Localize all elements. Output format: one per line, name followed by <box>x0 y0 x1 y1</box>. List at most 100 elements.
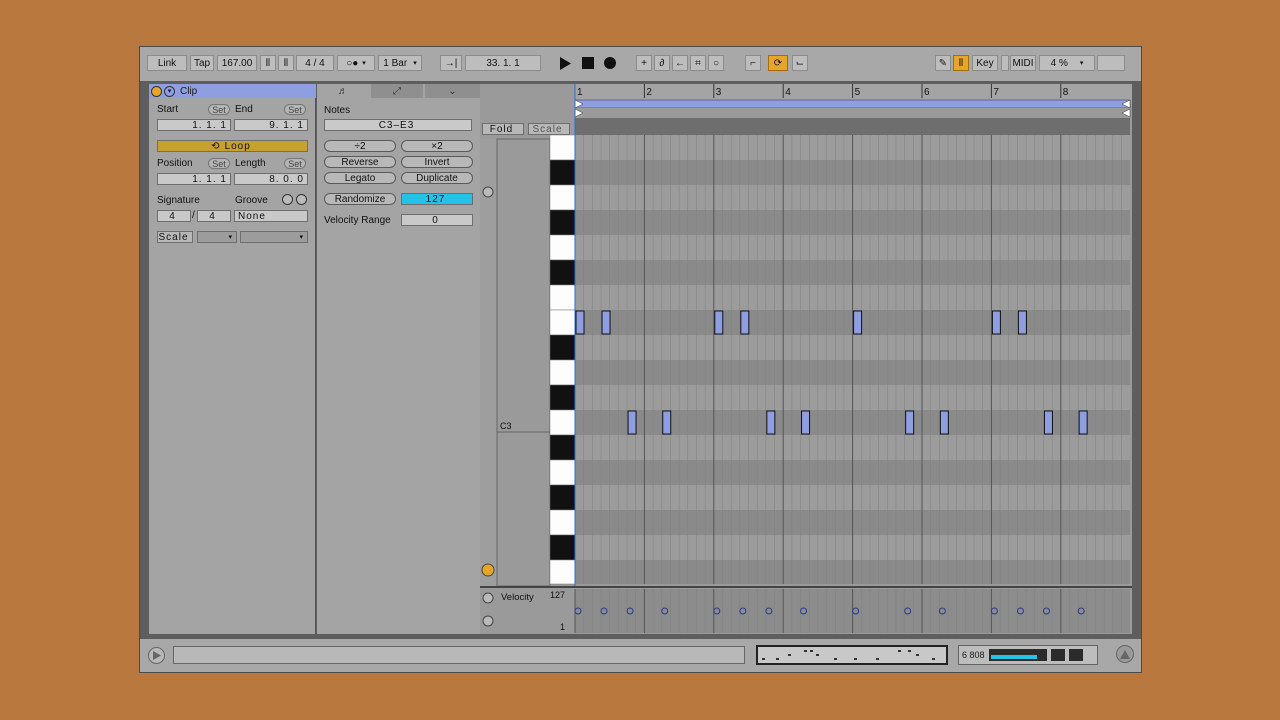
piano-key-white[interactable] <box>549 459 576 486</box>
scale-highlight-button[interactable]: Scale <box>528 123 570 135</box>
keyboard-icon[interactable]: ⦀ <box>953 55 969 71</box>
midi-note[interactable] <box>939 410 949 435</box>
velocity-play-icon[interactable] <box>482 615 494 627</box>
midi-note[interactable] <box>1017 310 1027 335</box>
draw-mode-icon[interactable]: ✎ <box>935 55 951 71</box>
piano-key-black[interactable] <box>549 434 576 461</box>
preview-icon[interactable] <box>482 186 494 198</box>
nudge-up-icon[interactable]: ⦀ <box>278 55 294 71</box>
stop-icon[interactable] <box>581 55 595 71</box>
back-to-arrangement-icon[interactable]: ← <box>672 55 688 71</box>
signature-numerator[interactable]: 4 <box>157 210 191 222</box>
halve-button[interactable]: ÷2 <box>324 140 396 152</box>
tempo-field[interactable]: 167.00 <box>217 55 257 71</box>
tab-expression[interactable]: ⌄ <box>425 84 480 98</box>
note-editor-canvas[interactable]: 1 2 3 4 5 6 7 8 C3 Velocity 127 1 <box>480 84 1132 634</box>
duplicate-button[interactable]: Duplicate <box>401 172 473 184</box>
time-signature-field[interactable]: 4 / 4 <box>296 55 334 71</box>
overview-strip[interactable] <box>756 645 948 665</box>
midi-note[interactable] <box>801 410 811 435</box>
piano-key-black[interactable] <box>549 484 576 511</box>
scrub-area[interactable] <box>575 118 1130 135</box>
info-view-toggle[interactable] <box>148 647 165 664</box>
quantize-menu[interactable]: 1 Bar ▾ <box>378 55 422 71</box>
end-set-button[interactable]: Set <box>284 104 306 115</box>
piano-key-black[interactable] <box>549 334 576 361</box>
piano-key-black[interactable] <box>549 384 576 411</box>
piano-key-white[interactable] <box>549 134 576 161</box>
double-button[interactable]: ×2 <box>401 140 473 152</box>
capture-icon[interactable]: ⌗ <box>690 55 706 71</box>
fold-button[interactable]: Fold <box>482 123 524 135</box>
end-field[interactable]: 9. 1. 1 <box>234 119 308 131</box>
help-view-toggle[interactable] <box>1116 645 1134 663</box>
piano-key-white[interactable] <box>549 284 576 311</box>
overdub-icon[interactable]: + <box>636 55 652 71</box>
tap-button[interactable]: Tap <box>190 55 214 71</box>
midi-note[interactable] <box>575 310 585 335</box>
start-end-markers[interactable] <box>575 108 1130 118</box>
legato-button[interactable]: Legato <box>324 172 396 184</box>
midi-note[interactable] <box>662 410 672 435</box>
piano-key-black[interactable] <box>549 259 576 286</box>
piano-key-white[interactable] <box>549 559 576 585</box>
metronome-menu[interactable]: ○● ▾ <box>337 55 375 71</box>
start-field[interactable]: 1. 1. 1 <box>157 119 231 131</box>
scale-button[interactable]: Scale <box>157 231 193 243</box>
tab-notes[interactable]: ♬ <box>317 84 369 98</box>
piano-key-white[interactable] <box>549 234 576 261</box>
piano-key-black[interactable] <box>549 534 576 561</box>
midi-map-button[interactable]: MIDI <box>1010 55 1036 71</box>
clip-activator-icon[interactable] <box>151 85 162 97</box>
piano-key-white[interactable] <box>549 509 576 536</box>
midi-note[interactable] <box>1078 410 1088 435</box>
velocity-collapse-icon[interactable] <box>482 592 494 604</box>
arrangement-position-field[interactable]: 33. 1. 1 <box>465 55 541 71</box>
midi-note[interactable] <box>766 410 776 435</box>
groove-hot-swap-icon[interactable] <box>282 194 293 205</box>
length-field[interactable]: 8. 0. 0 <box>234 173 308 185</box>
loop-switch-icon[interactable]: ⟳ <box>768 55 788 71</box>
length-set-button[interactable]: Set <box>284 158 306 169</box>
midi-note[interactable] <box>740 310 750 335</box>
position-set-button[interactable]: Set <box>208 158 230 169</box>
velocity-range-field[interactable]: 0 <box>401 214 473 226</box>
signature-denominator[interactable]: 4 <box>197 210 231 222</box>
scale-name-dropdown[interactable]: ▾ <box>240 231 308 243</box>
note-range-field[interactable]: C3–E3 <box>324 119 472 131</box>
piano-key-white[interactable] <box>549 409 576 436</box>
midi-note[interactable] <box>1043 410 1053 435</box>
scale-root-dropdown[interactable]: ▾ <box>197 231 237 243</box>
midi-note[interactable] <box>905 410 915 435</box>
key-map-button[interactable]: Key <box>972 55 998 71</box>
automation-arm-icon[interactable]: ∂ <box>654 55 670 71</box>
groove-chooser[interactable]: None <box>234 210 308 222</box>
midi-note[interactable] <box>853 310 863 335</box>
position-field[interactable]: 1. 1. 1 <box>157 173 231 185</box>
play-icon[interactable] <box>558 55 572 71</box>
reverse-button[interactable]: Reverse <box>324 156 396 168</box>
groove-commit-icon[interactable] <box>296 194 307 205</box>
midi-note[interactable] <box>714 310 724 335</box>
nudge-down-icon[interactable]: ⦀ <box>260 55 276 71</box>
loop-button[interactable]: ⟲ Loop <box>157 140 308 152</box>
punch-out-icon[interactable]: ⌙ <box>792 55 808 71</box>
session-record-icon[interactable]: ○ <box>708 55 724 71</box>
invert-button[interactable]: Invert <box>401 156 473 168</box>
midi-note[interactable] <box>627 410 637 435</box>
piano-key-white[interactable] <box>549 309 576 336</box>
piano-key-black[interactable] <box>549 159 576 186</box>
record-icon[interactable] <box>603 55 617 71</box>
piano-key-white[interactable] <box>549 359 576 386</box>
start-set-button[interactable]: Set <box>208 104 230 115</box>
piano-key-black[interactable] <box>549 209 576 236</box>
piano-key-white[interactable] <box>549 184 576 211</box>
midi-note[interactable] <box>601 310 611 335</box>
link-button[interactable]: Link <box>147 55 187 71</box>
follow-icon[interactable]: →| <box>440 55 462 71</box>
tab-envelopes[interactable]: ⤢ <box>371 84 423 98</box>
clip-fold-icon[interactable]: ▾ <box>164 85 175 97</box>
midi-note[interactable] <box>991 310 1001 335</box>
randomize-amount-field[interactable]: 127 <box>401 193 473 205</box>
loop-brace[interactable] <box>574 99 1131 109</box>
